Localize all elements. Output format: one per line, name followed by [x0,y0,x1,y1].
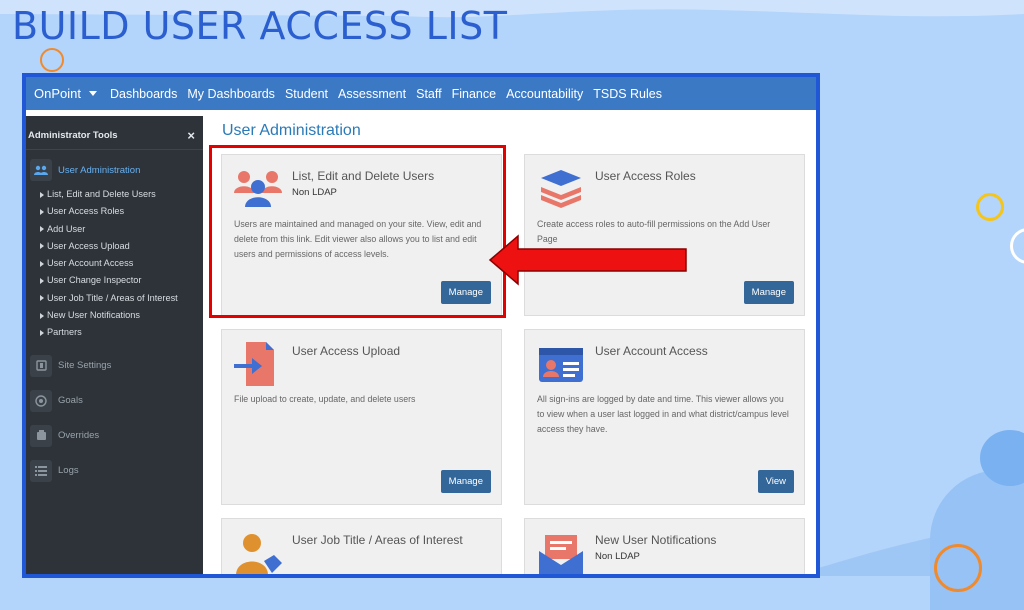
manage-button[interactable]: Manage [440,470,491,493]
sidebar-item-label: User Account Access [47,258,134,269]
decor-ring [1010,228,1024,264]
sidebar-section-logs[interactable]: Logs [26,459,203,483]
card-user-access-upload: User Access Upload File upload to create… [221,329,502,505]
sidebar-item-label: User Access Roles [47,206,125,217]
envelope-icon [539,535,583,574]
sidebar-item-user-access-upload[interactable]: User Access Upload [26,238,203,255]
card-user-job-title: User Job Title / Areas of Interest [221,518,502,574]
view-button[interactable]: View [757,470,794,493]
chevron-down-icon [88,91,97,96]
sidebar-item-label: List, Edit and Delete Users [47,189,156,199]
sidebar-section-site-settings[interactable]: Site Settings [26,354,203,378]
users-icon [30,159,52,181]
sidebar-header: Administrator Tools × [26,116,203,150]
sidebar-title: Administrator Tools [28,130,118,141]
sidebar-item-user-account-access[interactable]: User Account Access [26,255,203,272]
admin-sidebar: Administrator Tools × User Administratio… [26,116,203,574]
card-user-account-access: User Account Access All sign-ins are log… [524,329,805,505]
caret-right-icon [40,191,44,198]
sidebar-item-user-access-roles[interactable]: User Access Roles [26,203,203,220]
arrow-left-icon [488,234,687,286]
override-icon [30,424,52,447]
nav-link-my-dashboards[interactable]: My Dashboards [182,87,280,101]
sidebar-item-label: New User Notifications [47,310,140,321]
card-subtitle: Non LDAP [595,551,640,562]
page-title: User Administration [222,122,361,139]
sidebar-item-label: Partners [47,327,82,338]
manage-button[interactable]: Manage [743,281,794,304]
nav-link-finance[interactable]: Finance [447,87,501,101]
caret-right-icon [40,329,44,336]
nav-link-dashboards[interactable]: Dashboards [105,87,182,101]
close-icon[interactable]: × [187,128,195,143]
highlight-box [209,145,506,318]
sidebar-section-label: Goals [58,395,83,407]
sidebar-section-label: Overrides [58,430,100,442]
sidebar-item-label: User Change Inspector [47,275,142,286]
sidebar-item-label: Add User [47,223,86,234]
decor-ring [40,48,64,72]
user-tag-icon [236,534,282,574]
sidebar-section-label: Site Settings [58,360,112,372]
nav-link-tsds-rules[interactable]: TSDS Rules [588,87,667,101]
card-description: All sign-ins are logged by date and time… [537,394,789,434]
card-title: User Access Roles [595,169,696,183]
sidebar-item-user-job-title[interactable]: User Job Title / Areas of Interest [26,290,203,307]
card-new-user-notifications: New User Notifications Non LDAP [524,518,805,574]
brand-label: OnPoint [34,86,81,101]
nav-link-assessment[interactable]: Assessment [333,87,411,101]
slide-title: BUILD USER ACCESS LIST [12,4,508,48]
sidebar-item-new-user-notifications[interactable]: New User Notifications [26,307,203,324]
sidebar-item-list-edit-delete-users[interactable]: List, Edit and Delete Users [26,186,203,203]
decor-blob [930,470,1024,610]
caret-right-icon [40,260,44,267]
caret-right-icon [40,295,44,302]
decor-ring [976,193,1004,221]
card-title: User Account Access [595,344,708,358]
nav-link-student[interactable]: Student [280,87,333,101]
caret-right-icon [40,312,44,319]
sidebar-item-add-user[interactable]: Add User [26,221,203,238]
id-card-icon [539,348,583,382]
sidebar-section-label: Logs [58,465,79,477]
caret-right-icon [40,278,44,285]
card-title: User Access Upload [292,344,401,358]
decor-ring [934,544,982,592]
sidebar-section-overrides[interactable]: Overrides [26,424,203,448]
card-title: User Job Title / Areas of Interest [292,533,463,547]
card-description: File upload to create, update, and delet… [234,394,416,404]
settings-icon [30,354,52,377]
list-icon [30,459,52,482]
sidebar-item-partners[interactable]: Partners [26,324,203,341]
layers-icon [541,170,581,208]
sidebar-section-user-administration[interactable]: User Administration [26,158,203,182]
caret-right-icon [40,243,44,250]
sidebar-item-label: User Access Upload [47,240,130,251]
target-icon [30,389,52,412]
sidebar-item-user-change-inspector[interactable]: User Change Inspector [26,272,203,289]
sidebar-section-label: User Administration [58,164,141,176]
sidebar-item-label: User Job Title / Areas of Interest [47,292,178,303]
nav-link-staff[interactable]: Staff [411,87,446,101]
brand-menu[interactable]: OnPoint [26,86,105,101]
top-navbar: OnPoint Dashboards My Dashboards Student… [26,77,816,110]
file-import-icon [234,342,274,386]
sidebar-section-goals[interactable]: Goals [26,389,203,413]
nav-link-accountability[interactable]: Accountability [501,87,588,101]
card-title: New User Notifications [595,533,717,547]
caret-right-icon [40,208,44,215]
caret-right-icon [40,226,44,233]
